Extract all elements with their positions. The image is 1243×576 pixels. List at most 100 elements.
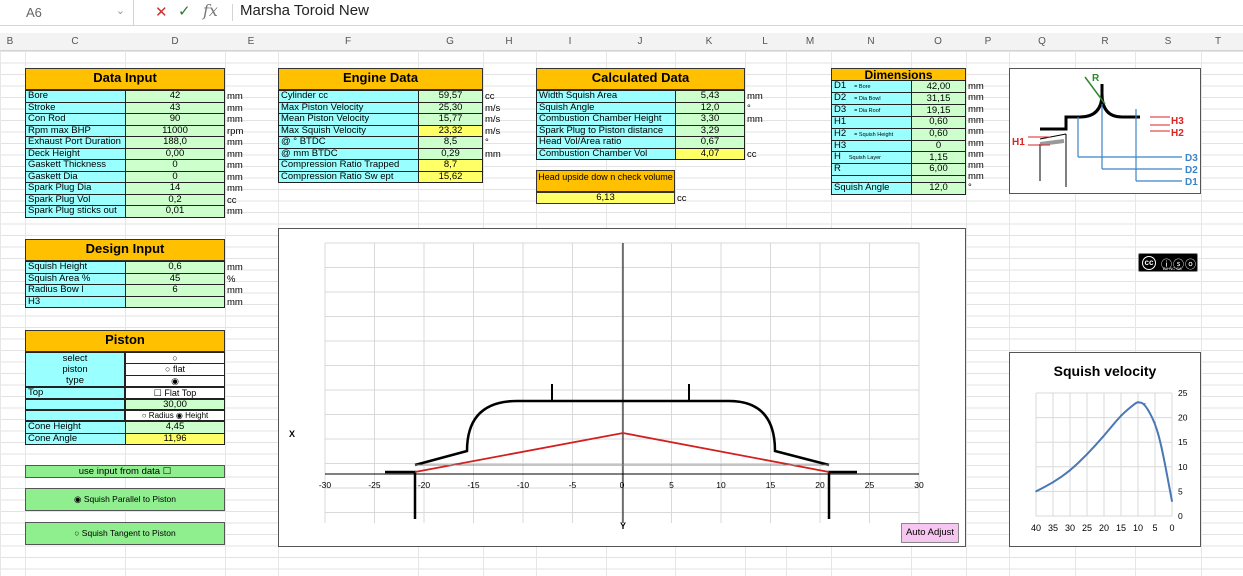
dimensions-table: D1 = Bore 42,00 D2 = Dia Bowl 31,15 D3 = Dia Ro… — [831, 80, 966, 187]
insert-function-icon[interactable]: fx — [203, 1, 218, 20]
row-unit: rpm — [227, 125, 244, 137]
name-box[interactable]: A6 ⌄ — [0, 0, 134, 25]
chevron-down-icon[interactable]: ⌄ — [116, 4, 125, 17]
row-value[interactable]: 25,30 — [418, 101, 483, 114]
column-header-b[interactable]: B — [2, 36, 18, 47]
formula-input[interactable]: Marsha Toroid New — [240, 2, 369, 19]
column-header-q[interactable]: Q — [1034, 36, 1050, 47]
row-value[interactable]: 0,29 — [418, 147, 483, 160]
column-header-p[interactable]: P — [980, 36, 996, 47]
column-header-t[interactable]: T — [1210, 36, 1226, 47]
row-value[interactable]: 0 — [125, 170, 225, 183]
squish-velocity-plot: Squish velocity 40 35 30 25 20 15 10 5 00 5 10 15 20… — [1031, 363, 1188, 533]
row-value[interactable]: 8,7 — [418, 159, 483, 172]
column-header-k[interactable]: K — [701, 36, 717, 47]
row-label: Spark Plug sticks out — [25, 205, 126, 218]
row-value[interactable]: 15,62 — [418, 170, 483, 183]
row-value[interactable]: 90 — [125, 113, 225, 126]
column-header-m[interactable]: M — [802, 36, 818, 47]
row-value[interactable]: 19,15 — [911, 104, 966, 117]
column-header-n[interactable]: N — [863, 36, 879, 47]
row-value[interactable]: 6 — [125, 284, 225, 297]
column-header-i[interactable]: I — [562, 36, 578, 47]
cc-license-badge[interactable]: cc ⓘⓢⓞ BY NC SA — [1138, 253, 1198, 272]
column-header-e[interactable]: E — [243, 36, 259, 47]
dim-note: = Dia Bowl — [854, 96, 881, 102]
row-value[interactable]: 14 — [125, 182, 225, 195]
sq-x-tick: 0 — [1169, 523, 1174, 533]
table-row: Spark Plug sticks out 0,01 — [25, 205, 225, 218]
column-header-o[interactable]: O — [930, 36, 946, 47]
row-value[interactable]: 42,00 — [911, 80, 966, 93]
row-value[interactable]: 0,60 — [911, 116, 966, 129]
row-label: H Squish Layer — [831, 151, 912, 164]
row-value[interactable]: 23,32 — [418, 124, 483, 137]
row-value[interactable]: 0 — [125, 159, 225, 172]
piston-option-1[interactable]: ○ — [126, 353, 224, 364]
squish-velocity-point — [1154, 421, 1156, 424]
dim-label: D2 — [834, 92, 847, 103]
radius-height-options[interactable]: ○ Radius ◉ Height — [125, 410, 225, 421]
row-value[interactable]: 45 — [125, 272, 225, 285]
flat-top-checkbox[interactable]: ☐ Flat Top — [125, 387, 225, 399]
row-value[interactable]: 43 — [125, 101, 225, 114]
piston-option-flat[interactable]: ○ flat — [126, 364, 224, 376]
row-unit: mm — [968, 92, 984, 104]
column-header-r[interactable]: R — [1097, 36, 1113, 47]
chamber-x-tick: -5 — [569, 480, 577, 490]
row-value[interactable]: 15,77 — [418, 113, 483, 126]
use-input-from-data-button[interactable]: use input from data ☐ — [25, 465, 225, 478]
column-header-g[interactable]: G — [442, 36, 458, 47]
cone-height-label: Cone Height — [25, 421, 126, 434]
table-row: Combustion Chamber Vol 4,07 — [536, 147, 745, 160]
row-value[interactable]: 31,15 — [911, 92, 966, 105]
confirm-icon[interactable]: ✓ — [178, 2, 191, 20]
row-value[interactable]: 42 — [125, 90, 225, 103]
formula-bar: A6 ⌄ ✕ ✓ fx Marsha Toroid New — [0, 0, 1243, 26]
row-value[interactable]: 4,07 — [675, 147, 745, 160]
piston-type-options[interactable]: ○ ○ flat ◉ — [125, 352, 225, 387]
squish-tangent-label: Squish Tangent to Piston — [81, 528, 176, 538]
column-header-j[interactable]: J — [632, 36, 648, 47]
chamber-x-tick: -25 — [368, 480, 381, 490]
row-value[interactable]: 11000 — [125, 124, 225, 137]
row-value[interactable]: 0,6 — [125, 261, 225, 274]
table-row: D3 = Dia Roof 19,15 — [831, 104, 966, 117]
cancel-icon[interactable]: ✕ — [155, 3, 168, 21]
row-value[interactable]: 1,15 — [911, 151, 966, 164]
row-value[interactable]: 0,00 — [125, 147, 225, 160]
row-unit: cc — [485, 91, 495, 102]
row-unit: mm — [968, 137, 984, 149]
row-value[interactable]: 12,0 — [675, 101, 745, 114]
auto-adjust-button[interactable]: Auto Adjust — [901, 523, 959, 543]
column-header-l[interactable]: L — [757, 36, 773, 47]
column-header-c[interactable]: C — [67, 36, 83, 47]
row-value[interactable]: 8,5 — [418, 136, 483, 149]
piston-option-3[interactable]: ◉ — [126, 376, 224, 387]
squish-velocity-point — [1137, 401, 1139, 403]
top-value[interactable]: 30,00 — [125, 399, 225, 410]
row-value[interactable]: 0,67 — [675, 136, 745, 149]
dim-label: D1 — [834, 80, 847, 91]
column-header-h[interactable]: H — [501, 36, 517, 47]
row-value[interactable]: 5,43 — [675, 90, 745, 103]
row-value[interactable]: 0,2 — [125, 193, 225, 206]
squish-parallel-button[interactable]: ◉ Squish Parallel to Piston — [25, 488, 225, 511]
row-value[interactable] — [125, 295, 225, 308]
row-value[interactable]: 188,0 — [125, 136, 225, 149]
column-header-d[interactable]: D — [167, 36, 183, 47]
row-value[interactable]: 0,60 — [911, 127, 966, 141]
row-unit: mm — [968, 81, 984, 92]
row-label: D3 = Dia Roof — [831, 104, 912, 117]
row-label: H1 — [831, 116, 912, 129]
column-header-f[interactable]: F — [340, 36, 356, 47]
table-row: Radius Bow l6 — [25, 284, 225, 297]
row-value[interactable]: 6,00 — [911, 163, 966, 176]
row-value[interactable]: 3,30 — [675, 113, 745, 126]
row-value[interactable]: 0 — [911, 139, 966, 152]
row-value[interactable]: 0,01 — [125, 205, 225, 218]
row-value[interactable]: 59,57 — [418, 90, 483, 103]
squish-tangent-button[interactable]: ○ Squish Tangent to Piston — [25, 522, 225, 545]
column-header-s[interactable]: S — [1160, 36, 1176, 47]
row-value[interactable]: 3,29 — [675, 124, 745, 137]
